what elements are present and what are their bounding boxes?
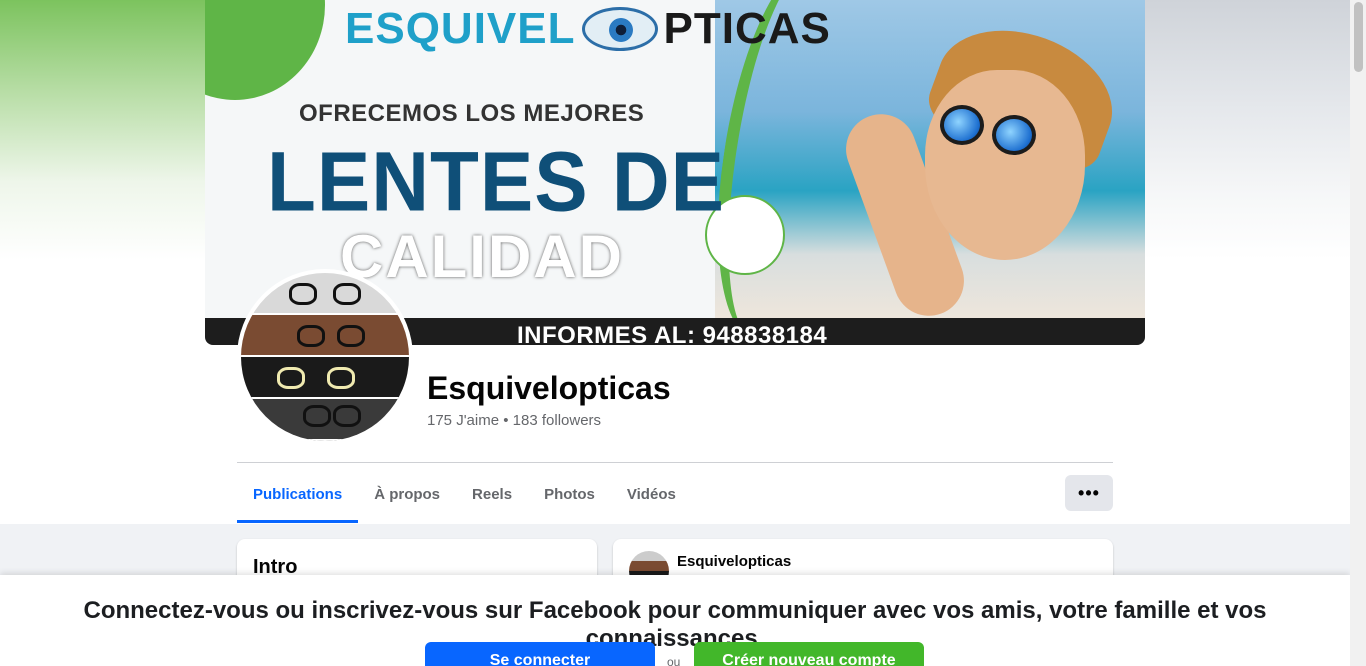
tab-videos[interactable]: Vidéos [611, 466, 692, 523]
brand-name-right: PTICAS [663, 4, 831, 53]
tabs-divider [237, 462, 1113, 463]
tab-photos[interactable]: Photos [528, 466, 611, 523]
cover-green-shape [205, 0, 325, 100]
login-prompt-message: Connectez-vous ou inscrivez-vous sur Fac… [83, 597, 1267, 652]
post-author-name[interactable]: Esquivelopticas [677, 553, 791, 570]
profile-picture[interactable] [237, 269, 413, 445]
more-options-button[interactable]: ••• [1065, 475, 1113, 511]
page-stats: 175 J'aime • 183 followers [427, 412, 602, 429]
scrollbar-thumb[interactable] [1354, 2, 1363, 72]
brand-name-left: ESQUIVEL [345, 4, 576, 53]
cover-headline-1: LENTES DE [267, 134, 725, 229]
cover-blur-right [1145, 0, 1350, 260]
tab-about[interactable]: À propos [358, 466, 456, 523]
page-name: Esquivelopticas [427, 370, 671, 406]
profile-tabs: Publications À propos Reels Photos Vidéo… [237, 466, 692, 523]
create-account-button[interactable]: Créer nouveau compte [694, 642, 924, 666]
cover-tagline: OFRECEMOS LOS MEJORES [299, 100, 645, 127]
or-separator: ou [667, 655, 681, 666]
cover-contact-text: INFORMES AL: 948838184 [517, 322, 828, 345]
brand-logo: ESQUIVEL PTICAS [345, 4, 831, 54]
login-prompt-banner: Connectez-vous ou inscrivez-vous sur Fac… [0, 575, 1350, 666]
cover-blur-left [0, 0, 205, 260]
eye-icon [581, 7, 658, 51]
tab-publications[interactable]: Publications [237, 466, 359, 523]
vertical-scrollbar[interactable] [1350, 0, 1366, 666]
tab-reels[interactable]: Reels [456, 466, 528, 523]
cover-model-face [925, 70, 1085, 260]
sunglasses-graphic [940, 105, 1040, 155]
login-button[interactable]: Se connecter [425, 642, 655, 666]
